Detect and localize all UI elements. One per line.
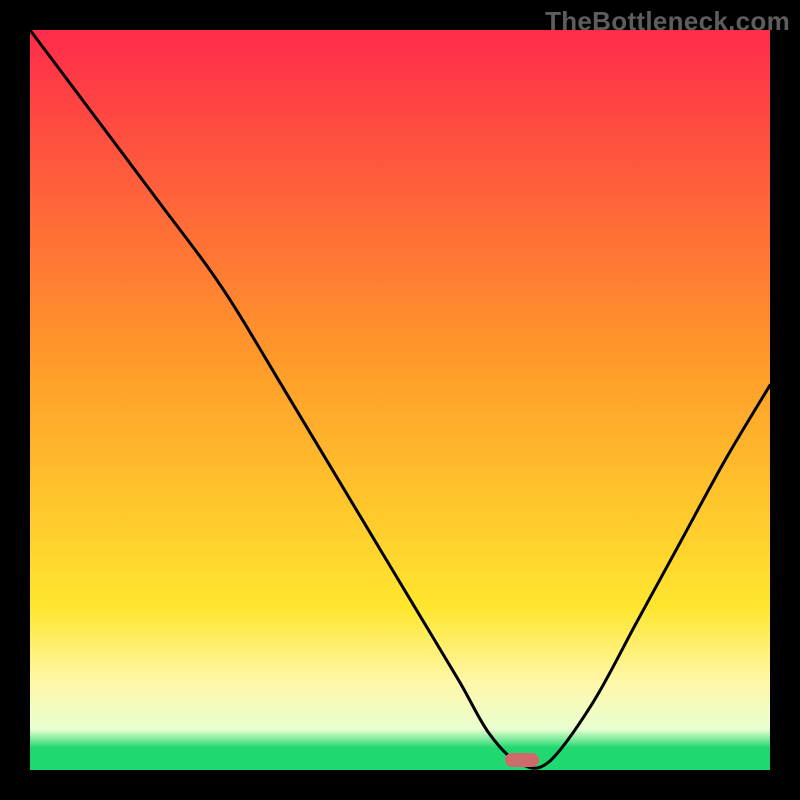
plot-area: [30, 30, 770, 770]
chart-frame: TheBottleneck.com: [0, 0, 800, 800]
watermark-text: TheBottleneck.com: [545, 6, 790, 37]
optimal-marker: [505, 753, 539, 767]
gradient-background: [30, 30, 770, 770]
chart-svg: [30, 30, 770, 770]
